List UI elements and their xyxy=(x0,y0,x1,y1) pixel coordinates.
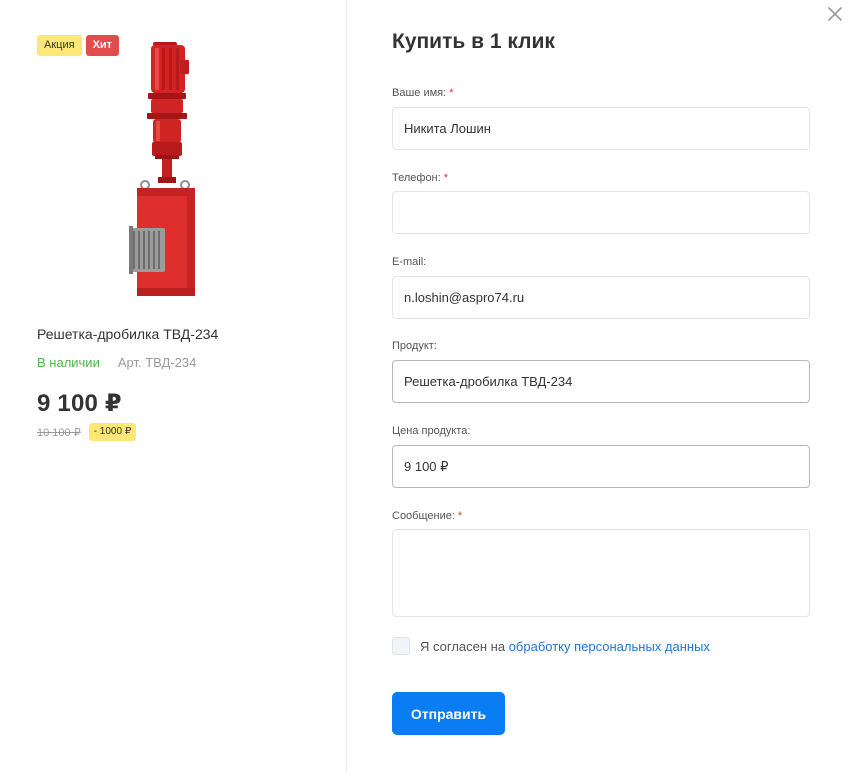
product-preview: Акция Хит Решетка-дробилка ТВД-234 В нал… xyxy=(0,0,346,772)
product-article: Арт. ТВД-234 xyxy=(117,355,197,370)
consent-label: Я согласен на xyxy=(420,638,506,654)
old-price: 10 100 ₽ xyxy=(37,426,81,439)
required-mark: * xyxy=(457,510,463,522)
product-name: Решетка-дробилка ТВД-234 xyxy=(37,326,219,342)
stock-status: В наличии xyxy=(37,355,100,370)
close-icon[interactable] xyxy=(825,4,845,24)
consent-row: Я согласен на обработку персональных дан… xyxy=(392,637,710,655)
name-input[interactable] xyxy=(392,107,810,150)
buy-one-click-modal: Акция Хит Решетка-дробилка ТВД-234 В нал… xyxy=(0,0,848,772)
message-label-text: Сообщение: xyxy=(392,510,455,522)
product-price: 9 100 ₽ xyxy=(37,390,122,417)
sticker-sale: Акция xyxy=(37,35,82,56)
product-image xyxy=(129,42,195,296)
message-label: Сообщение: * xyxy=(392,510,462,522)
required-mark: * xyxy=(443,172,448,184)
phone-label-text: Телефон: xyxy=(392,172,441,184)
price-label: Цена продукта: xyxy=(392,425,471,437)
product-stickers: Акция Хит xyxy=(37,35,120,56)
name-label-text: Ваше имя: xyxy=(392,87,447,99)
old-price-row: 10 100 ₽ - 1000 ₽ xyxy=(37,423,137,441)
price-input[interactable] xyxy=(392,445,810,488)
name-label: Ваше имя: * xyxy=(392,87,453,99)
consent-link[interactable]: обработку персональных данных xyxy=(509,639,710,654)
column-divider xyxy=(346,0,347,772)
form-title: Купить в 1 клик xyxy=(392,30,555,53)
economy-badge: - 1000 ₽ xyxy=(88,423,137,441)
submit-button[interactable]: Отправить xyxy=(392,692,505,735)
sticker-hit: Хит xyxy=(85,35,120,56)
consent-text: Я согласен на обработку персональных дан… xyxy=(420,639,710,654)
message-textarea[interactable] xyxy=(392,529,810,617)
phone-label: Телефон: * xyxy=(392,172,448,184)
email-input[interactable] xyxy=(392,276,810,319)
email-label: E-mail: xyxy=(392,256,427,268)
product-label: Продукт: xyxy=(392,340,437,352)
required-mark: * xyxy=(449,87,454,99)
consent-checkbox[interactable] xyxy=(392,637,410,655)
stock-row: В наличии Арт. ТВД-234 xyxy=(37,355,196,370)
phone-input[interactable] xyxy=(392,191,810,234)
product-input[interactable] xyxy=(392,360,810,403)
